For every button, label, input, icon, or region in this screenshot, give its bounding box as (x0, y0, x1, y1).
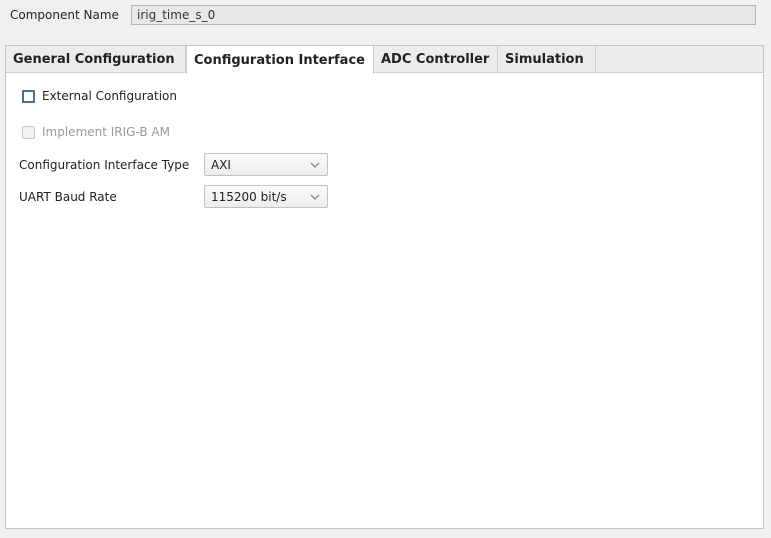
tab-configuration-interface[interactable]: Configuration Interface (186, 46, 374, 74)
tab-configuration-interface-label: Configuration Interface (194, 52, 365, 68)
baud-rate-label: UART Baud Rate (19, 189, 117, 204)
tab-adc-controller-label: ADC Controller (381, 52, 490, 67)
component-name-input[interactable] (131, 5, 756, 25)
interface-type-select[interactable]: AXI (204, 153, 328, 176)
external-configuration-option[interactable]: External Configuration (22, 89, 177, 103)
tab-simulation-label: Simulation (505, 52, 584, 67)
tab-strip: General Configuration Configuration Inte… (6, 46, 763, 74)
component-name-label: Component Name (10, 8, 119, 22)
implement-irig-b-am-option: Implement IRIG-B AM (22, 125, 170, 139)
tab-general-configuration-label: General Configuration (13, 52, 175, 67)
baud-rate-row: UART Baud Rate 115200 bit/s (19, 185, 328, 208)
tab-general-configuration[interactable]: General Configuration (6, 46, 186, 73)
external-configuration-label: External Configuration (42, 89, 177, 103)
chevron-down-icon (309, 191, 321, 203)
external-configuration-checkbox[interactable] (22, 89, 35, 103)
interface-type-row: Configuration Interface Type AXI (19, 153, 328, 176)
tab-content: External Configuration Implement IRIG-B … (6, 73, 763, 528)
tab-adc-controller[interactable]: ADC Controller (374, 46, 498, 73)
chevron-down-icon (309, 159, 321, 171)
interface-type-label: Configuration Interface Type (19, 157, 190, 172)
tab-simulation[interactable]: Simulation (498, 46, 596, 73)
baud-rate-value: 115200 bit/s (211, 189, 287, 204)
implement-irig-b-am-label: Implement IRIG-B AM (42, 125, 170, 139)
interface-type-value: AXI (211, 157, 231, 172)
component-name-row: Component Name (10, 4, 756, 26)
implement-irig-b-am-checkbox (22, 125, 35, 139)
baud-rate-select[interactable]: 115200 bit/s (204, 185, 328, 208)
configuration-panel: General Configuration Configuration Inte… (5, 45, 764, 529)
